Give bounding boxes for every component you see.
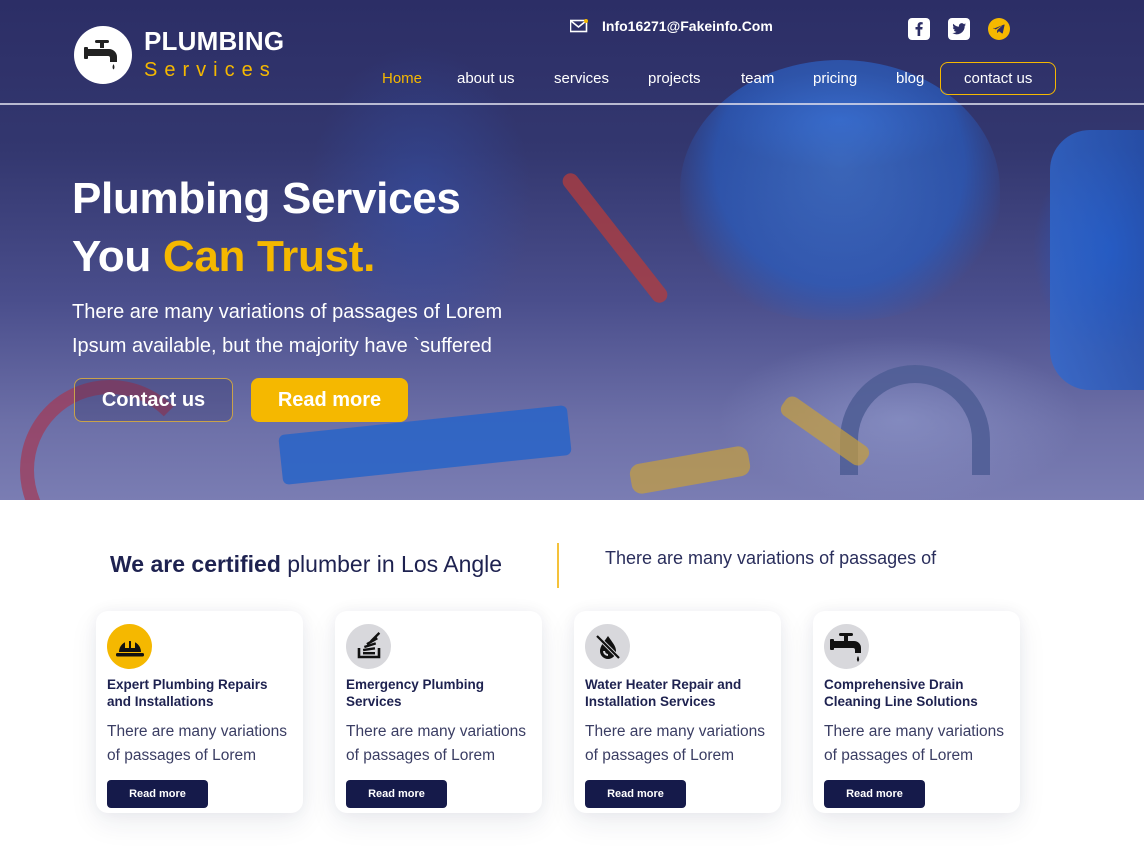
- facebook-icon[interactable]: [908, 18, 930, 40]
- contact-email[interactable]: Info16271@Fakeinfo.Com: [570, 18, 773, 34]
- hero-image-tool: [777, 393, 873, 469]
- service-card-read-more-button[interactable]: Read more: [346, 780, 447, 808]
- hero-image-tool: [628, 444, 752, 496]
- nav-pricing[interactable]: pricing: [813, 70, 896, 87]
- service-card: Comprehensive Drain Cleaning Line Soluti…: [813, 611, 1020, 813]
- certified-text: There are many variations of passages of: [605, 548, 937, 568]
- service-card-title: Emergency Plumbing Services: [346, 677, 485, 709]
- nav-team[interactable]: team: [741, 70, 813, 87]
- nav-services[interactable]: services: [554, 70, 648, 87]
- faucet-icon: [824, 624, 869, 669]
- hero-image-bucket: [680, 60, 1000, 320]
- nav-projects[interactable]: projects: [648, 70, 741, 87]
- service-card-description: There are many variations of passages of…: [107, 723, 288, 764]
- hero-description-line1: There are many variations of passages of…: [72, 301, 503, 323]
- certified-divider: [557, 543, 559, 588]
- service-card-title: Water Heater Repair and Installation Ser…: [585, 677, 742, 709]
- hero-read-more-button[interactable]: Read more: [251, 378, 408, 422]
- service-card: Expert Plumbing Repairs and Installation…: [96, 611, 303, 813]
- hero-title: Plumbing Services You Can Trust.: [72, 170, 461, 286]
- water-off-icon: [585, 624, 630, 669]
- hero-contact-button[interactable]: Contact us: [74, 378, 233, 422]
- telegram-icon[interactable]: [988, 18, 1010, 40]
- logo[interactable]: PLUMBING Services: [74, 26, 284, 84]
- certified-heading-bold: We are certified: [110, 551, 281, 577]
- hero-image-pipe: [840, 365, 990, 475]
- brand-title: PLUMBING: [144, 26, 285, 56]
- header-divider: [0, 103, 1144, 105]
- hero-title-line1: Plumbing Services: [72, 174, 461, 223]
- stack-icon: [346, 624, 391, 669]
- twitter-icon[interactable]: [948, 18, 970, 40]
- service-card-read-more-button[interactable]: Read more: [107, 780, 208, 808]
- service-card-title: Comprehensive Drain Cleaning Line Soluti…: [824, 677, 978, 709]
- faucet-icon: [74, 26, 132, 84]
- service-card: Water Heater Repair and Installation Ser…: [574, 611, 781, 813]
- nav-contact-us-button[interactable]: contact us: [940, 62, 1057, 95]
- hero-description: There are many variations of passages of…: [72, 295, 542, 363]
- hero-image-wrench: [559, 170, 671, 306]
- hard-hat-icon: [107, 624, 152, 669]
- service-card-description: There are many variations of passages of…: [346, 723, 527, 764]
- hero-title-accent: Can Trust.: [162, 232, 376, 281]
- mail-icon: [570, 19, 588, 33]
- email-link[interactable]: Info16271@Fakeinfo.Com: [602, 18, 773, 34]
- main-nav: Home about us services projects team pri…: [382, 62, 1057, 95]
- service-card-read-more-button[interactable]: Read more: [585, 780, 686, 808]
- hero-image-bucket-right: [1050, 130, 1144, 390]
- brand-subtitle: Services: [144, 59, 277, 81]
- service-card-description: There are many variations of passages of…: [585, 723, 766, 764]
- social-links: [908, 18, 1010, 40]
- certified-heading-rest: plumber in Los Angle: [280, 551, 503, 577]
- hero-description-line2: Ipsum available, but the majority have `…: [72, 335, 492, 357]
- service-card: Emergency Plumbing Services There are ma…: [335, 611, 542, 813]
- service-card-description: There are many variations of passages of…: [824, 723, 1005, 764]
- certified-heading: We are certified plumber in Los Angle: [110, 551, 502, 578]
- nav-blog[interactable]: blog: [896, 70, 940, 87]
- hero-title-line2: You: [72, 232, 163, 281]
- service-card-title: Expert Plumbing Repairs and Installation…: [107, 677, 268, 709]
- service-card-read-more-button[interactable]: Read more: [824, 780, 925, 808]
- nav-home[interactable]: Home: [382, 70, 457, 87]
- hero-section: PLUMBING Services Info16271@Fakeinfo.Com…: [0, 0, 1144, 500]
- nav-about-us[interactable]: about us: [457, 70, 554, 87]
